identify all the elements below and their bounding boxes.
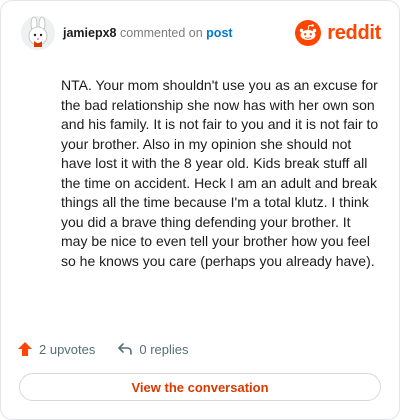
reddit-brand[interactable]: reddit bbox=[295, 19, 381, 47]
username-link[interactable]: jamiepx8 bbox=[63, 26, 117, 40]
action-text: commented on bbox=[120, 26, 203, 40]
upvote-button[interactable]: 2 upvotes bbox=[17, 341, 95, 357]
upvote-arrow-icon bbox=[18, 342, 32, 356]
reddit-logo-icon bbox=[295, 20, 322, 46]
reply-count: 0 replies bbox=[139, 341, 189, 357]
bunny-avatar-icon bbox=[21, 16, 55, 50]
comment-body: NTA. Your mom shouldn't use you as an ex… bbox=[61, 77, 379, 269]
comment-meta: jamiepx8 commented on post bbox=[63, 26, 233, 40]
view-conversation-button[interactable]: View the conversation bbox=[19, 373, 381, 401]
comment-header: jamiepx8 commented on post reddit bbox=[21, 16, 381, 52]
comment-actions: 2 upvotes 0 replies bbox=[17, 339, 211, 359]
post-link[interactable]: post bbox=[206, 26, 232, 40]
reply-arrow-icon bbox=[118, 343, 133, 355]
brand-wordmark: reddit bbox=[327, 21, 381, 44]
upvote-count: 2 upvotes bbox=[39, 341, 96, 357]
avatar[interactable] bbox=[21, 16, 55, 50]
comment-card: jamiepx8 commented on post reddit NTA. Y… bbox=[0, 0, 400, 420]
reply-button[interactable]: 0 replies bbox=[117, 341, 189, 357]
